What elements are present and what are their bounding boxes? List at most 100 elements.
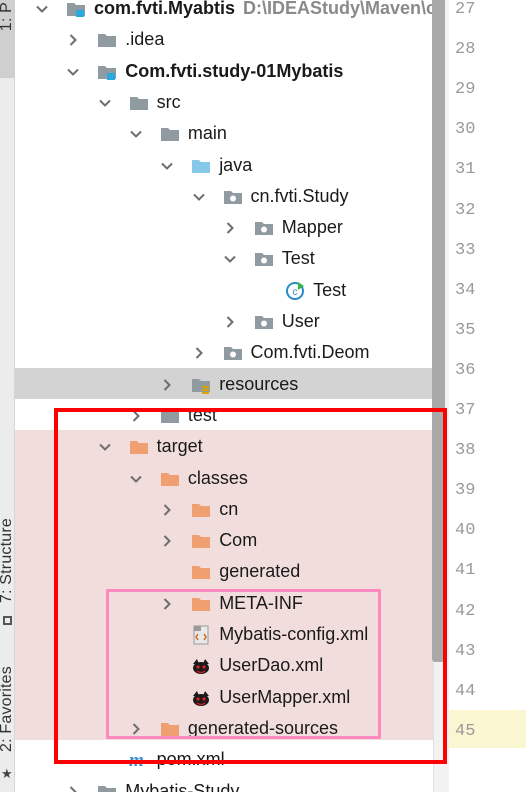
tree-row-package-cn-fvti-study[interactable]: cn.fvti.Study: [15, 182, 433, 213]
chevron-right-icon[interactable]: [224, 222, 236, 234]
editor-gutter: 27 28 29 30 31 32 33 34 35 36 37 38 39 40 41 42 43 44 45: [449, 0, 526, 792]
package-icon: [223, 187, 243, 207]
tree-row-main-folder[interactable]: main: [15, 119, 433, 150]
tree-row-label: java: [219, 155, 252, 176]
chevron-down-icon[interactable]: [192, 191, 205, 203]
left-tool-strip: 1: P 7: Structure 2: Favorites ★: [0, 0, 15, 792]
tree-row-label: main: [188, 123, 227, 144]
tree-item-name: com.fvti.Myabtis: [94, 0, 236, 18]
tree-row-package-com-fvti-deom[interactable]: Com.fvti.Deom: [15, 338, 433, 369]
structure-icon: [3, 616, 12, 625]
tree-row-label: Com.fvti.Deom: [251, 342, 370, 363]
line-number: 33: [455, 240, 476, 260]
chevron-right-icon[interactable]: [193, 347, 205, 360]
project-tool-tab[interactable]: 1: P: [0, 0, 15, 78]
chevron-down-icon[interactable]: [67, 66, 80, 78]
tree-item-name: cn.fvti.Study: [250, 185, 349, 206]
line-number: 32: [455, 200, 476, 220]
tree-row-resources-folder[interactable]: resources: [15, 370, 433, 401]
tree-item-name: src: [156, 91, 181, 112]
tree-row-module-folder[interactable]: Com.fvti.study-01Mybatis: [15, 57, 433, 88]
tree-item-name: Mapper: [281, 217, 343, 238]
svg-text:c: c: [293, 287, 298, 298]
line-number: 42: [455, 601, 476, 621]
line-number: 28: [455, 40, 476, 60]
chevron-down-icon[interactable]: [98, 97, 111, 109]
line-number: 41: [455, 561, 476, 581]
tree-row-label: User: [282, 311, 320, 332]
folder-grey-icon: [97, 30, 117, 50]
package-icon: [254, 249, 274, 269]
package-icon: [254, 312, 274, 332]
tree-item-name: main: [187, 123, 227, 144]
package-icon: [223, 343, 243, 363]
resources-icon: [191, 375, 211, 395]
package-icon: [254, 218, 274, 238]
line-number: 39: [455, 481, 476, 501]
module-icon: [66, 0, 86, 19]
tree-row-label: Test: [313, 280, 346, 301]
chevron-right-icon[interactable]: [67, 34, 79, 47]
tree-row-package-test[interactable]: Test: [15, 244, 433, 275]
line-number: 35: [455, 320, 476, 340]
project-path: D:\IDEAStudy\Maven\com: [243, 0, 433, 18]
line-number: 37: [455, 401, 476, 420]
line-number: 45: [455, 721, 476, 741]
line-number: 38: [455, 441, 476, 461]
tree-item-name: resources: [219, 373, 299, 394]
star-icon: ★: [1, 766, 13, 781]
tree-row-label: resources: [219, 374, 298, 395]
favorites-tool-label: 2: Favorites: [0, 666, 15, 752]
line-number: 27: [455, 0, 476, 19]
line-number: 43: [455, 641, 476, 661]
chevron-right-icon[interactable]: [161, 378, 173, 391]
chevron-down-icon[interactable]: [36, 3, 48, 15]
line-number: 44: [455, 681, 476, 701]
tree-item-name: Com.fvti.study-01Mybatis: [125, 60, 344, 81]
line-number: 29: [455, 80, 476, 100]
folder-blue-icon: [191, 156, 211, 176]
tree-row-package-user[interactable]: User: [15, 307, 433, 338]
folder-grey-icon: [97, 782, 117, 792]
tree-row-java-folder[interactable]: java: [15, 151, 433, 182]
project-tool-label: 1: P: [0, 2, 15, 32]
folder-grey-icon: [160, 124, 180, 144]
tree-item-name: User: [281, 311, 320, 331]
tree-row-label: Mybatis-Study: [125, 781, 239, 792]
chevron-down-icon[interactable]: [161, 160, 173, 172]
tree-row-idea-folder[interactable]: .idea: [15, 25, 433, 56]
chevron-down-icon[interactable]: [224, 253, 236, 265]
line-number: 36: [455, 360, 476, 380]
line-number: 34: [455, 280, 476, 300]
tree-item-name: Mybatis-Study: [125, 780, 240, 792]
chevron-right-icon[interactable]: [67, 785, 79, 792]
folder-grey-icon: [129, 93, 149, 113]
chevron-right-icon[interactable]: [224, 316, 236, 328]
tree-row-label: com.fvti.Myabtis D:\IDEAStudy\Maven\com: [94, 0, 433, 19]
tree-item-name: .idea: [125, 29, 165, 50]
tree-row-label: src: [157, 92, 181, 113]
tree-row-label: Com.fvti.study-01Mybatis: [125, 61, 343, 82]
tree-item-name: java: [219, 154, 253, 175]
tree-item-name: Test: [281, 248, 315, 269]
tree-item-name: Com.fvti.Deom: [250, 342, 370, 363]
tree-row-label: cn.fvti.Study: [251, 186, 349, 207]
tree-row-label: .idea: [125, 29, 164, 50]
line-number: 30: [455, 120, 476, 140]
module-icon: [97, 62, 117, 82]
tree-row-src-folder[interactable]: src: [15, 88, 433, 119]
line-number: 31: [455, 160, 476, 180]
class-icon: c: [285, 281, 305, 301]
tree-row-class-test[interactable]: c Test: [15, 276, 433, 307]
pink-annotation-box: [106, 589, 381, 739]
tree-row-package-mapper[interactable]: Mapper: [15, 213, 433, 244]
structure-tool-label: 7: Structure: [0, 518, 15, 604]
favorites-tool-tab[interactable]: 2: Favorites ★: [0, 660, 15, 792]
tree-row-label: Test: [282, 248, 315, 269]
chevron-down-icon[interactable]: [130, 128, 142, 140]
structure-tool-tab[interactable]: 7: Structure: [0, 500, 15, 630]
tree-row-label: Mapper: [282, 217, 343, 238]
tree-item-name: Test: [313, 279, 347, 300]
tree-row-project-root[interactable]: com.fvti.Myabtis D:\IDEAStudy\Maven\com: [15, 0, 433, 25]
tree-row-mybatis-study-folder[interactable]: Mybatis-Study: [15, 777, 433, 792]
